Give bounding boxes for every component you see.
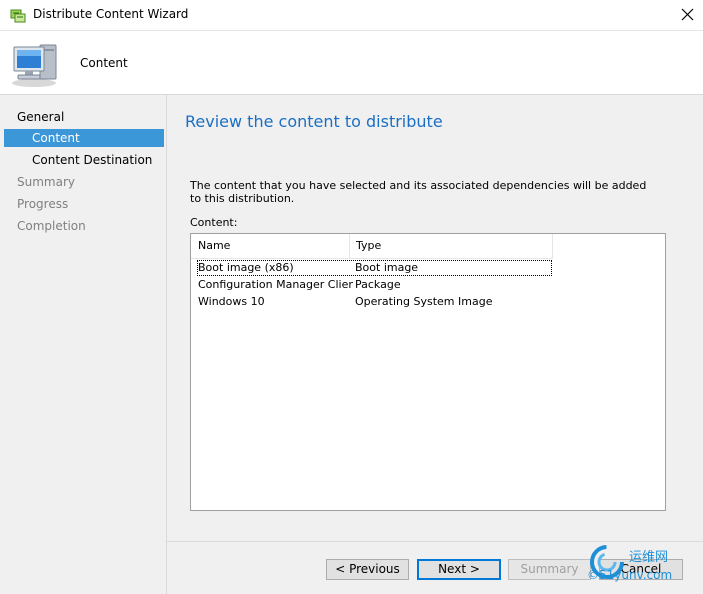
description-text: The content that you have selected and i… bbox=[190, 179, 647, 205]
nav-item-completion: Completion bbox=[17, 219, 86, 233]
nav-item-progress: Progress bbox=[17, 197, 69, 211]
section-heading: Review the content to distribute bbox=[185, 112, 443, 131]
list-item[interactable]: Boot image (x86) Boot image bbox=[197, 260, 552, 276]
item-name: Configuration Manager Client ... bbox=[198, 278, 353, 291]
wizard-header: Content bbox=[0, 30, 703, 95]
list-item[interactable]: Windows 10 Operating System Image bbox=[197, 294, 552, 310]
nav-item-general: General bbox=[17, 110, 65, 124]
nav-item-content[interactable]: Content bbox=[4, 129, 164, 147]
wizard-nav: General Content Content Destination Summ… bbox=[0, 95, 167, 594]
watermark-url: ©51yunv.com bbox=[587, 568, 673, 582]
main-panel: Review the content to distribute The con… bbox=[167, 95, 703, 594]
window-title: Distribute Content Wizard bbox=[33, 7, 189, 21]
next-button[interactable]: Next > bbox=[417, 559, 501, 580]
summary-button: Summary bbox=[508, 559, 591, 580]
nav-item-content-destination[interactable]: Content Destination bbox=[4, 151, 164, 169]
item-name: Boot image (x86) bbox=[198, 261, 294, 274]
watermark-text: 运维网 bbox=[629, 550, 669, 565]
item-name: Windows 10 bbox=[198, 295, 265, 308]
wizard-icon bbox=[10, 7, 26, 23]
watermark-logo: 运维网 ©51yunv.com bbox=[587, 542, 699, 588]
page-title: Content bbox=[80, 56, 128, 70]
list-header: Name Type bbox=[191, 234, 553, 259]
close-icon bbox=[681, 8, 694, 21]
list-item[interactable]: Configuration Manager Client ... Package bbox=[197, 277, 552, 293]
computer-icon bbox=[10, 41, 62, 89]
column-header-name[interactable]: Name bbox=[191, 234, 350, 258]
item-type: Operating System Image bbox=[355, 295, 493, 308]
column-header-type[interactable]: Type bbox=[349, 234, 553, 258]
close-button[interactable] bbox=[673, 0, 703, 30]
content-list[interactable]: Name Type Boot image (x86) Boot image Co… bbox=[190, 233, 666, 511]
item-type: Package bbox=[355, 278, 401, 291]
item-type: Boot image bbox=[355, 261, 419, 274]
nav-item-summary: Summary bbox=[17, 175, 75, 189]
title-bar: Distribute Content Wizard bbox=[0, 0, 703, 30]
previous-button[interactable]: < Previous bbox=[326, 559, 409, 580]
content-label: Content: bbox=[190, 216, 238, 229]
